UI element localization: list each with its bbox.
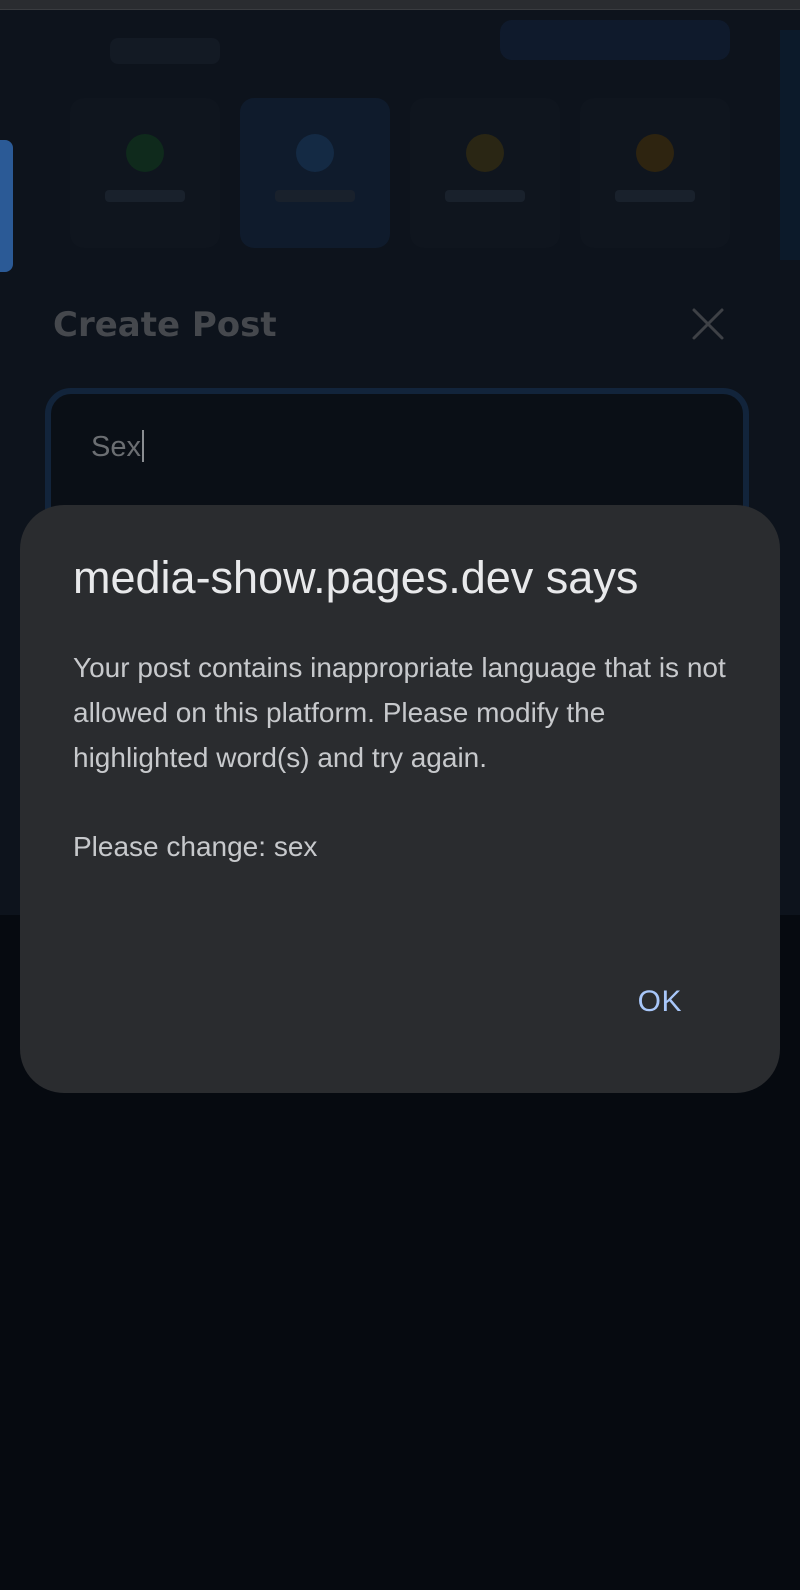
background-panel-edge — [780, 30, 800, 260]
screen: Create Post Sex media-show.pages.dev say… — [0, 0, 800, 1590]
app-header-action — [500, 20, 730, 60]
status-bar-edge — [0, 0, 800, 10]
create-post-title: Create Post — [53, 305, 277, 345]
close-icon-glyph — [692, 308, 724, 340]
category-tile — [70, 98, 220, 248]
post-text-value: Sex — [91, 431, 141, 463]
category-icon — [296, 134, 334, 172]
dialog-message: Your post contains inappropriate languag… — [73, 652, 726, 773]
category-tile — [580, 98, 730, 248]
category-label — [275, 190, 355, 202]
dialog-change-prompt: Please change: sex — [73, 831, 318, 862]
category-icon — [466, 134, 504, 172]
app-header-logo — [110, 38, 220, 64]
category-label — [445, 190, 525, 202]
category-tile — [410, 98, 560, 248]
side-drawer-handle — [0, 140, 13, 272]
category-label — [615, 190, 695, 202]
category-icon — [636, 134, 674, 172]
close-icon[interactable] — [690, 306, 726, 342]
text-caret — [141, 430, 144, 462]
alert-dialog: media-show.pages.dev says Your post cont… — [20, 505, 780, 1093]
dialog-title: media-show.pages.dev says — [73, 552, 639, 603]
category-tile — [240, 98, 390, 248]
ok-button[interactable]: OK — [628, 979, 692, 1025]
category-icon — [126, 134, 164, 172]
category-label — [105, 190, 185, 202]
